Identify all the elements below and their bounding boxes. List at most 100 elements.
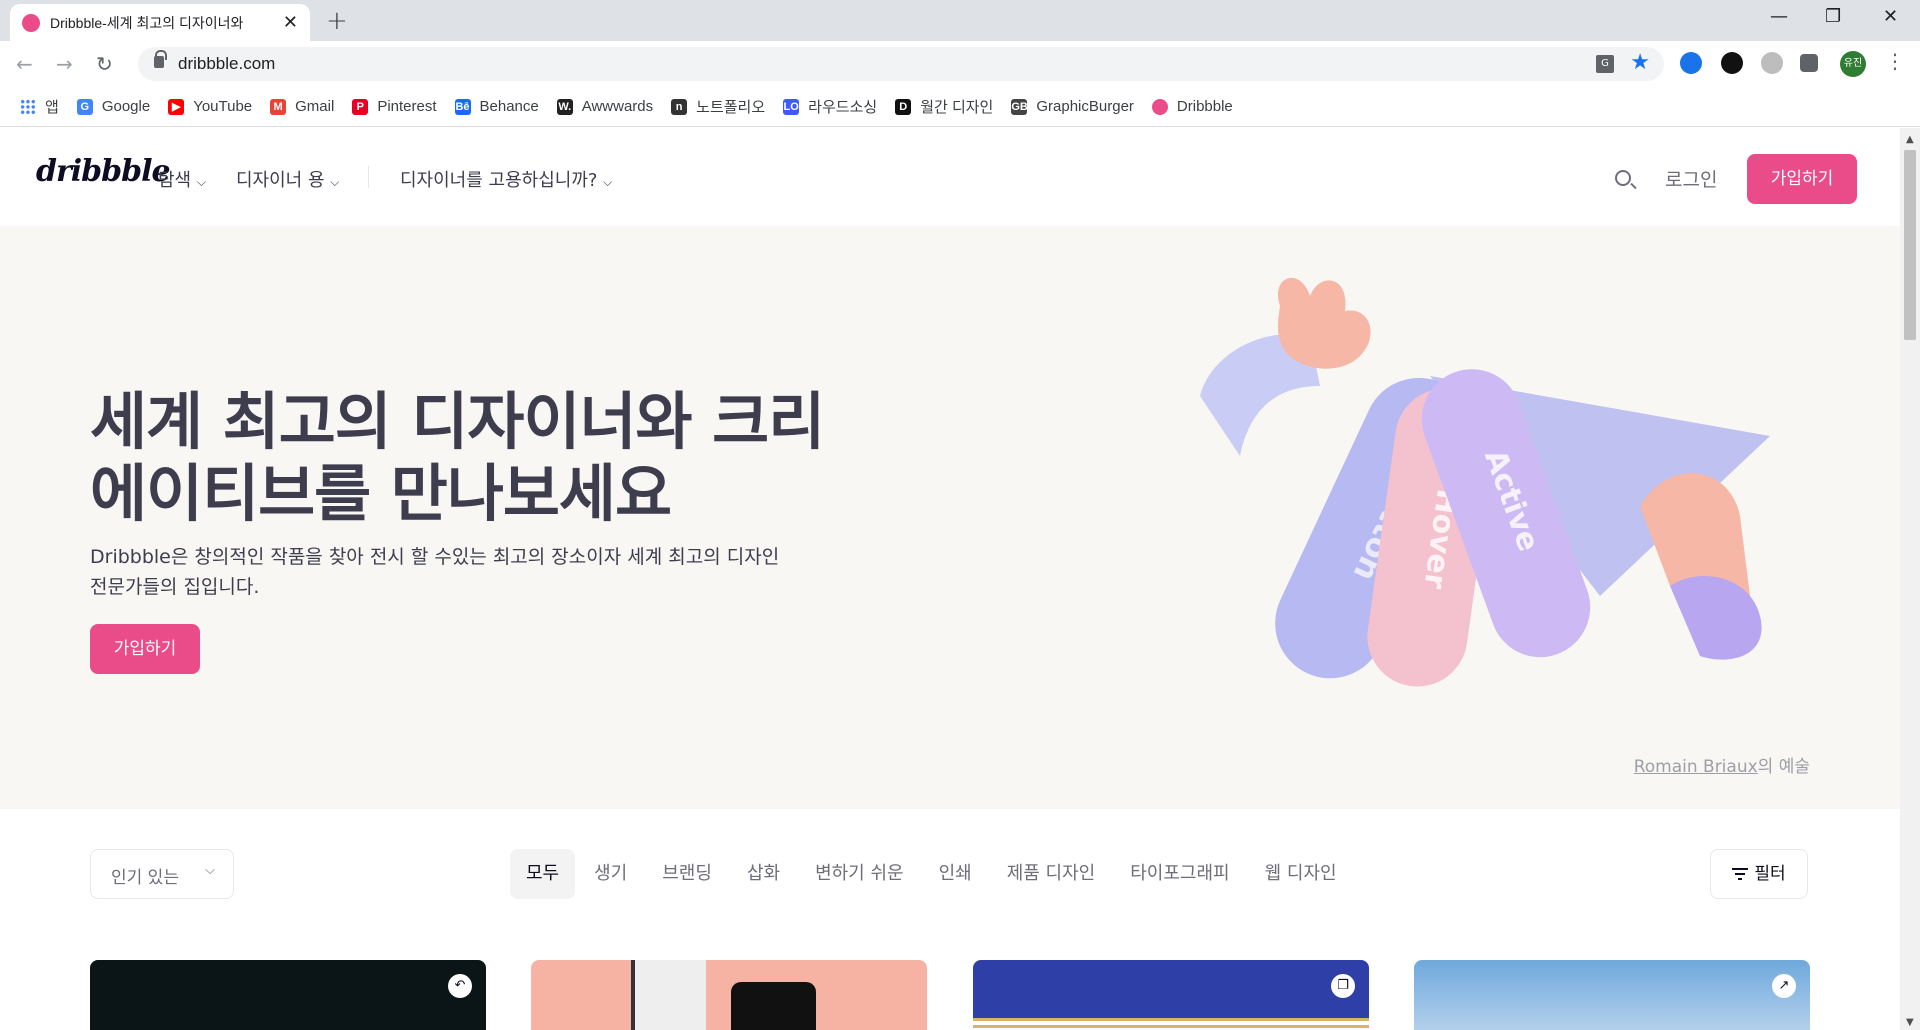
dribbble-page: dribbble 탐색 ⌵ 디자이너 용 ⌵ 디자이너를 고용하십니까? ⌵ 로… — [0, 128, 1900, 1030]
hero-description-line1: Dribbble은 창의적인 작품을 찾아 전시 할 수있는 최고의 장소이자 … — [90, 546, 780, 568]
undo-icon: ↶ — [448, 974, 472, 998]
lock-icon[interactable] — [154, 50, 167, 68]
minimize-window-icon[interactable]: — — [1770, 6, 1788, 27]
sort-select[interactable]: 인기 있는 ⌵ — [90, 849, 234, 899]
category-tab[interactable]: 삽화 — [731, 849, 796, 899]
shot-blue-medals[interactable]: ❐ — [973, 960, 1369, 1030]
shot-sky[interactable]: ↗ — [1414, 960, 1810, 1030]
illustration-left-hand — [1277, 277, 1371, 369]
search-icon[interactable] — [1615, 170, 1631, 186]
filter-button[interactable]: 필터 — [1710, 849, 1808, 899]
scrollbar-thumb[interactable] — [1904, 150, 1916, 340]
nav-for-designers[interactable]: 디자이너 용 ⌵ — [236, 166, 339, 192]
graphicburger-icon: GB — [1011, 98, 1028, 115]
back-button[interactable]: ← — [16, 52, 33, 76]
category-tab[interactable]: 변하기 쉬운 — [799, 849, 920, 899]
dribbble-logo[interactable]: dribbble — [36, 154, 171, 189]
bookmark-graphicburger[interactable]: GB GraphicBurger — [1011, 98, 1134, 115]
bookmark-label: Behance — [479, 98, 539, 115]
extension-globe-icon[interactable] — [1761, 52, 1783, 74]
category-tab[interactable]: 생기 — [578, 849, 643, 899]
art-credit-suffix: 의 예술 — [1757, 757, 1810, 777]
hero-description-line2: 전문가들의 집입니다. — [90, 576, 260, 598]
bookmark-label: Pinterest — [377, 98, 437, 115]
bookmark-label: Google — [101, 98, 151, 115]
chevron-down-icon: ⌵ — [603, 175, 613, 189]
extensions-puzzle-icon[interactable] — [1800, 54, 1818, 72]
category-tab[interactable]: 인쇄 — [923, 849, 988, 899]
category-tab[interactable]: 웹 디자인 — [1249, 849, 1353, 899]
scroll-down-arrow-icon[interactable]: ▼ — [1906, 1017, 1914, 1028]
shot-dark[interactable]: ↶ — [90, 960, 486, 1030]
address-bar[interactable]: dribbble.com G ★ — [138, 47, 1664, 81]
signup-button-header[interactable]: 가입하기 — [1747, 154, 1857, 204]
bookmark-label: Dribbble — [1176, 98, 1233, 115]
youtube-icon: ▶ — [168, 98, 185, 115]
close-window-icon[interactable]: ✕ — [1883, 6, 1898, 27]
close-tab-icon[interactable]: ✕ — [283, 12, 298, 33]
browser-tab-dribbble[interactable]: Dribbble-세계 최고의 디자이너와 ✕ — [10, 4, 310, 41]
category-tab[interactable]: 타이포그래피 — [1114, 849, 1245, 899]
shot-pink-phone[interactable] — [531, 960, 927, 1030]
bookmark-youtube[interactable]: ▶ YouTube — [168, 98, 252, 115]
scroll-up-arrow-icon[interactable]: ▲ — [1906, 134, 1914, 145]
category-tabs: 모두 생기 브랜딩 삽화 변하기 쉬운 인쇄 제품 디자인 타이포그래피 웹 디자인 — [510, 849, 1356, 899]
bookmark-label: YouTube — [193, 98, 253, 115]
tab-title: Dribbble-세계 최고의 디자이너와 — [50, 14, 244, 31]
dribbble-favicon-icon — [22, 13, 40, 32]
bookmark-gmail[interactable]: M Gmail — [270, 98, 334, 115]
bookmark-behance[interactable]: Bē Behance — [454, 98, 539, 115]
pinterest-icon: P — [352, 98, 369, 115]
site-header: dribbble 탐색 ⌵ 디자이너 용 ⌵ 디자이너를 고용하십니까? ⌵ 로… — [0, 128, 1900, 226]
google-icon: G — [76, 98, 93, 115]
nav-hire-designers[interactable]: 디자이너를 고용하십니까? ⌵ — [400, 166, 612, 192]
bookmark-label: 노트폴리오 — [696, 99, 766, 116]
hero-title-line1: 세계 최고의 디자이너와 크리 — [90, 385, 825, 458]
translate-icon[interactable]: G — [1596, 55, 1614, 73]
behance-icon: Bē — [454, 98, 471, 115]
multi-shot-icon: ❐ — [1331, 974, 1355, 998]
awwwards-icon: W. — [556, 98, 573, 115]
chevron-down-icon: ⌵ — [196, 175, 206, 189]
gmail-icon: M — [270, 98, 287, 115]
login-link[interactable]: 로그인 — [1665, 165, 1717, 192]
apps-grid-icon — [20, 98, 36, 115]
hero-section: 세계 최고의 디자이너와 크리 에이티브를 만나보세요 Dribbble은 창의… — [0, 226, 1900, 809]
art-credit-author-link[interactable]: Romain Briaux — [1634, 757, 1758, 777]
url-text[interactable]: dribbble.com — [178, 54, 275, 74]
extension-blue-icon[interactable] — [1680, 52, 1702, 74]
category-tab[interactable]: 브랜딩 — [646, 849, 728, 899]
shot-filters: 인기 있는 ⌵ 모두 생기 브랜딩 삽화 변하기 쉬운 인쇄 제품 디자인 타이포그래피 웹 디… — [0, 809, 1900, 930]
nav-explore[interactable]: 탐색 ⌵ — [158, 166, 206, 192]
category-tab[interactable]: 모두 — [510, 849, 576, 899]
dribbble-icon — [1151, 98, 1168, 115]
extension-dark-icon[interactable] — [1721, 52, 1743, 74]
bookmark-pinterest[interactable]: P Pinterest — [352, 98, 437, 115]
profile-avatar[interactable]: 유진 — [1840, 51, 1866, 77]
category-tab[interactable]: 제품 디자인 — [991, 849, 1112, 899]
notefolio-icon: n — [671, 98, 688, 115]
page-scrollbar[interactable]: ▲ ▼ — [1900, 128, 1920, 1030]
browser-menu-icon[interactable]: ⋮ — [1885, 49, 1905, 73]
bookmark-loudsourcing[interactable]: LO 라우드소싱 — [783, 96, 877, 117]
bookmark-label: 라우드소싱 — [808, 99, 878, 116]
bookmark-awwwards[interactable]: W. Awwwards — [556, 98, 654, 115]
bookmark-dribbble[interactable]: Dribbble — [1151, 98, 1233, 115]
nav-divider — [368, 166, 369, 188]
forward-button[interactable]: → — [56, 52, 73, 76]
bookmark-label: Awwwards — [581, 98, 654, 115]
nav-hire-designers-label: 디자이너를 고용하십니까? — [400, 170, 598, 191]
maximize-window-icon[interactable]: ❐ — [1825, 6, 1841, 27]
external-link-icon: ↗ — [1772, 974, 1796, 998]
new-tab-button[interactable]: + — [326, 6, 348, 36]
hero-illustration: Button Hover Active — [1200, 277, 1770, 687]
hero-description: Dribbble은 창의적인 작품을 찾아 전시 할 수있는 최고의 장소이자 … — [90, 542, 870, 602]
bookmark-apps-grid[interactable]: 앱 — [20, 96, 59, 117]
bookmark-notefolio[interactable]: n 노트폴리오 — [671, 96, 765, 117]
bookmark-monthly-design[interactable]: D 월간 디자인 — [895, 96, 993, 117]
sort-select-value: 인기 있는 — [111, 868, 179, 888]
reload-button[interactable]: ↻ — [96, 52, 113, 76]
signup-button-hero[interactable]: 가입하기 — [90, 624, 200, 674]
bookmark-google[interactable]: G Google — [76, 98, 151, 115]
bookmark-star-icon[interactable]: ★ — [1630, 50, 1650, 75]
